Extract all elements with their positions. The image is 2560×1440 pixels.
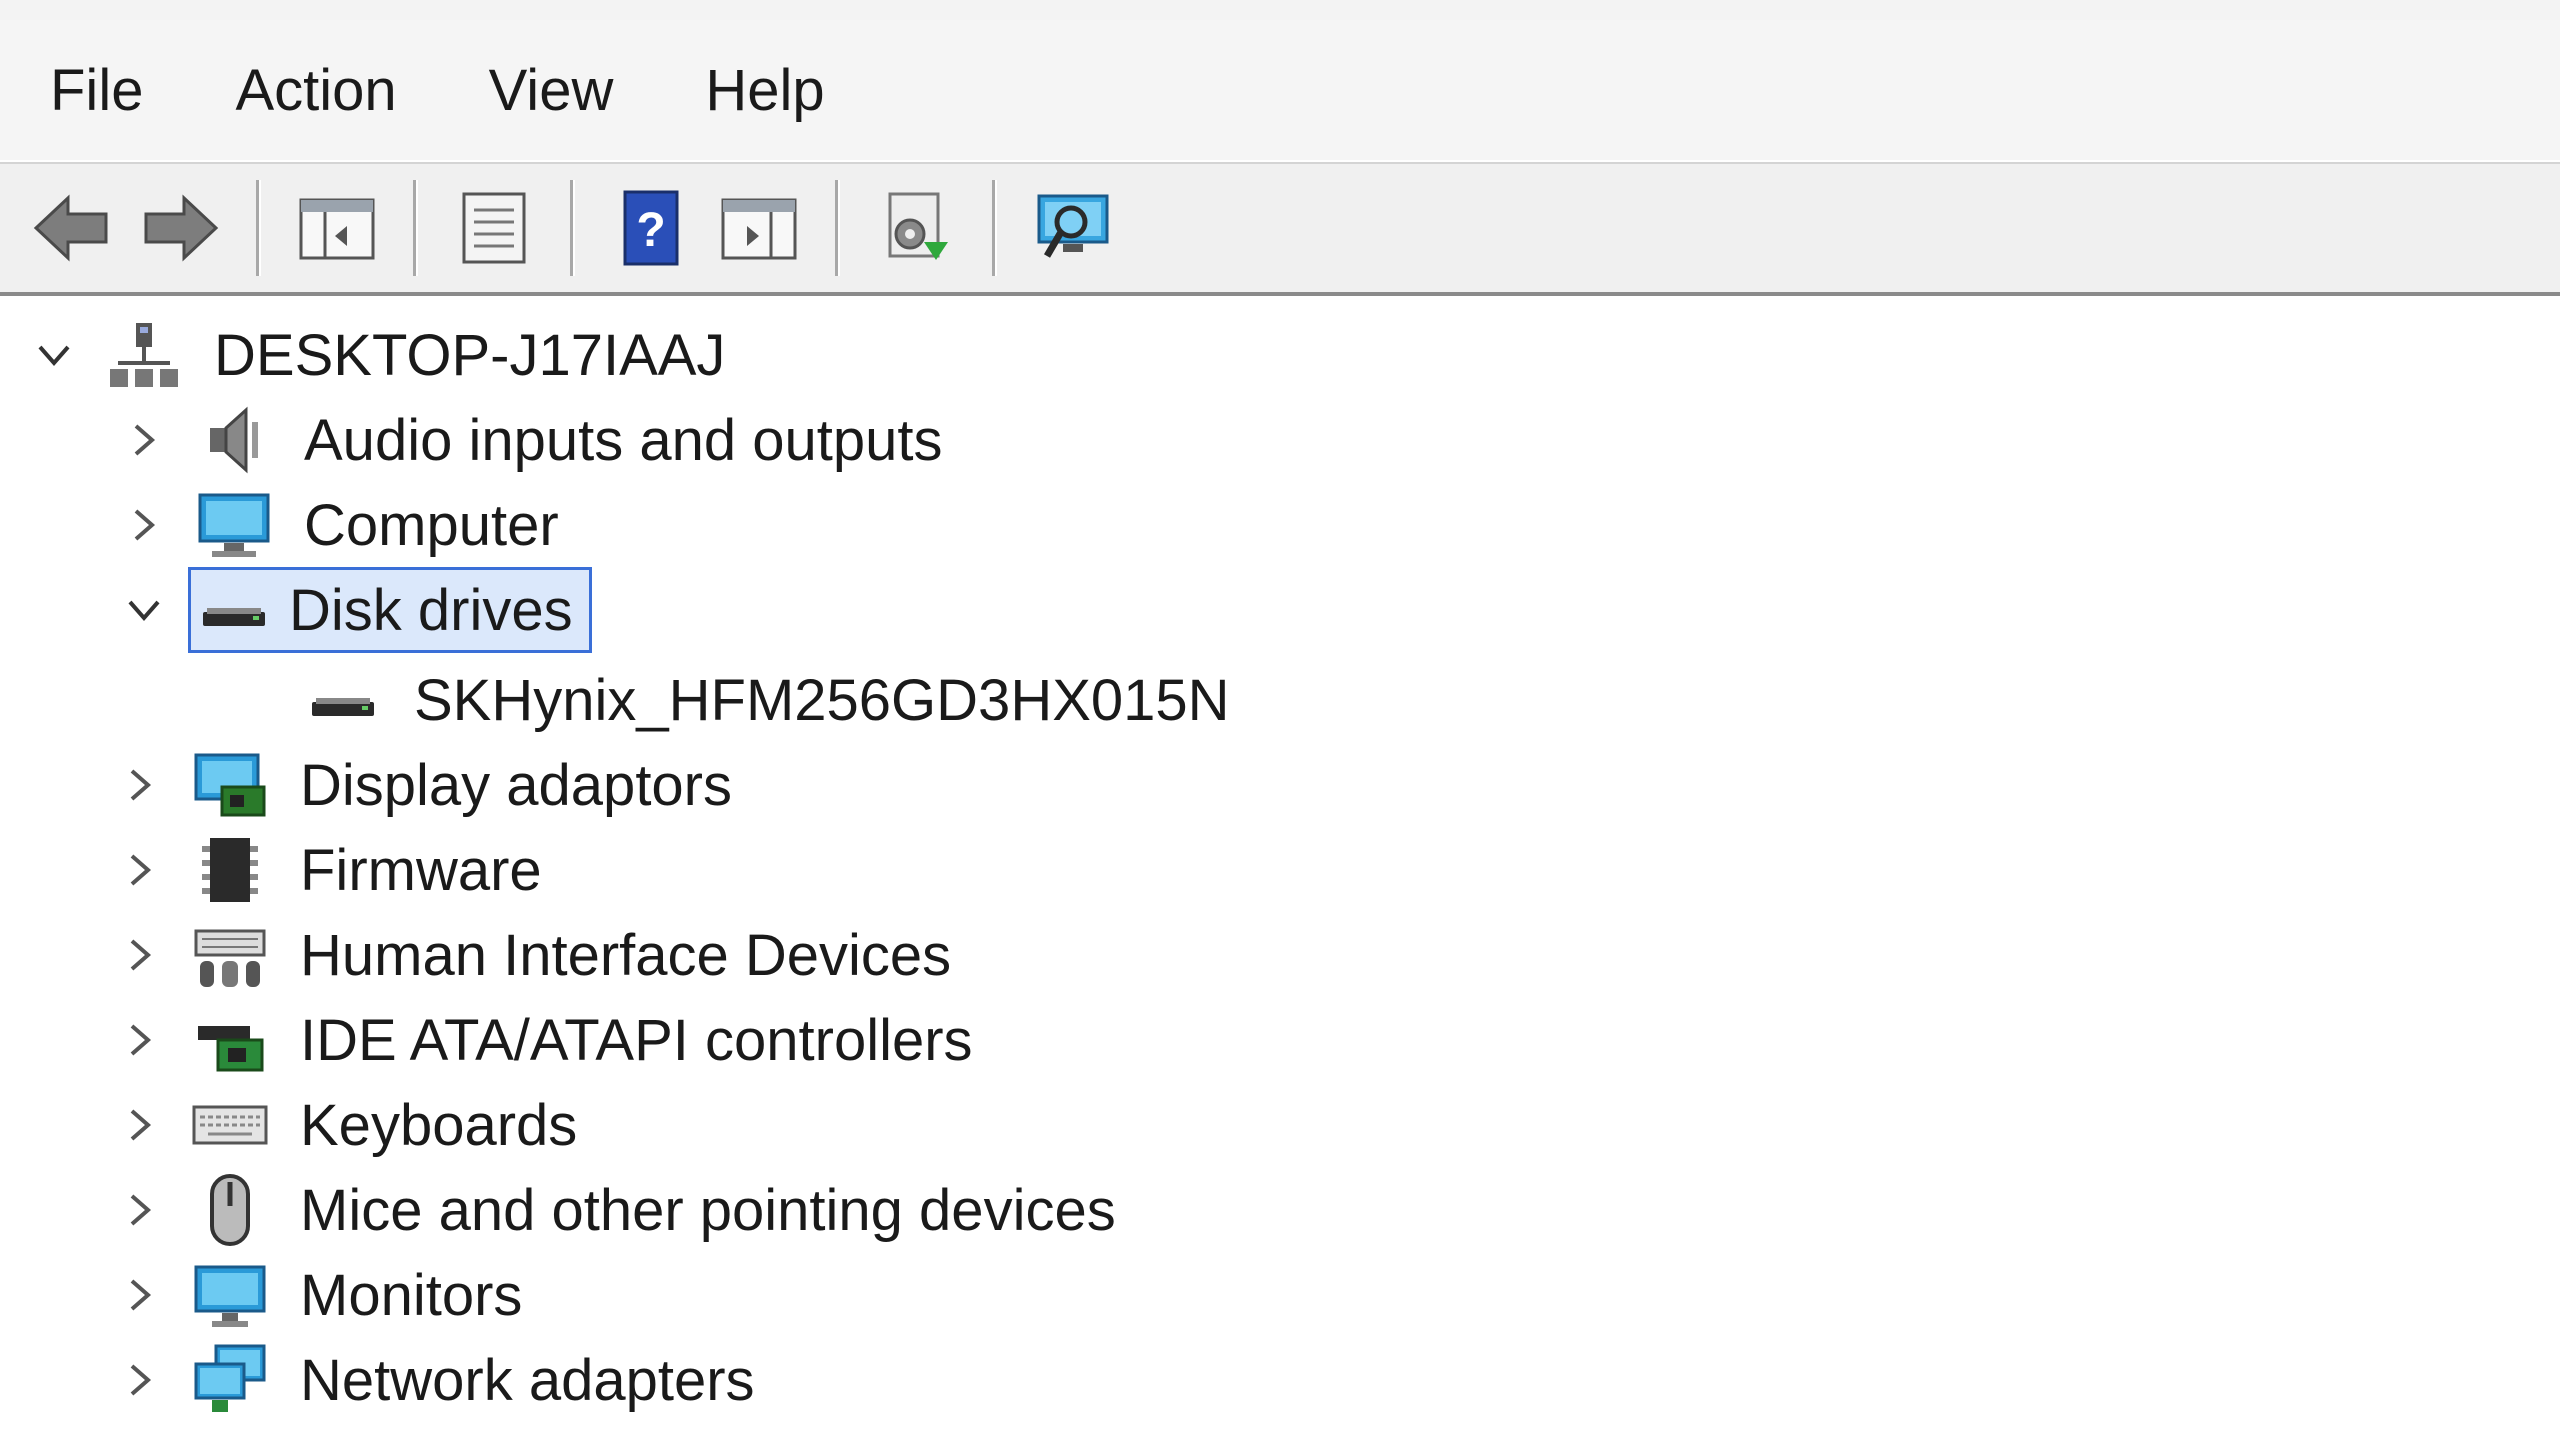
console-tree-button[interactable] xyxy=(289,180,385,276)
forward-icon xyxy=(144,194,219,262)
tree-item-audio[interactable]: Audio inputs and outputs xyxy=(114,400,952,480)
chevron-right-icon[interactable] xyxy=(110,755,170,815)
title-bar xyxy=(0,0,2560,20)
properties-icon xyxy=(462,192,526,264)
tree-item-hid[interactable]: Human Interface Devices xyxy=(110,915,961,995)
tree-item-display-adaptors[interactable]: Display adaptors xyxy=(110,745,742,825)
tree-item-label: Mice and other pointing devices xyxy=(300,1177,1116,1243)
tree-item-label: Firmware xyxy=(300,837,542,903)
display-adapter-icon xyxy=(190,745,270,825)
tree-item-disk-child[interactable]: SKHynix_HFM256GD3HX015N xyxy=(284,660,1240,740)
chevron-right-icon[interactable] xyxy=(110,1265,170,1325)
chevron-right-icon[interactable] xyxy=(110,1095,170,1155)
toolbar-separator xyxy=(835,180,840,276)
properties-button[interactable] xyxy=(446,180,542,276)
chevron-right-icon[interactable] xyxy=(110,840,170,900)
tree-item-label: Network adapters xyxy=(300,1347,755,1413)
chevron-right-icon[interactable] xyxy=(114,495,174,555)
chevron-right-icon[interactable] xyxy=(110,1010,170,1070)
chevron-right-icon[interactable] xyxy=(110,1350,170,1410)
mouse-icon xyxy=(190,1170,270,1250)
scan-hardware-button[interactable] xyxy=(1025,180,1121,276)
selection-highlight[interactable]: Disk drives xyxy=(188,567,592,653)
show-hide-action-pane-icon xyxy=(721,198,797,260)
tree-item-firmware[interactable]: Firmware xyxy=(110,830,552,910)
help-button[interactable]: ? xyxy=(603,180,699,276)
menu-bar: File Action View Help xyxy=(0,20,2560,160)
tree-item-network-adapters[interactable]: Network adapters xyxy=(110,1340,765,1420)
tree-item-disk-drives[interactable]: Disk drives xyxy=(114,567,592,653)
tree-item-label: Display adaptors xyxy=(300,752,732,818)
tree-item-monitors[interactable]: Monitors xyxy=(110,1255,532,1335)
menu-help[interactable]: Help xyxy=(699,47,830,134)
tree-item-label: Disk drives xyxy=(289,577,573,643)
menu-action[interactable]: Action xyxy=(229,47,402,134)
chevron-down-icon[interactable] xyxy=(24,325,84,385)
chevron-right-icon[interactable] xyxy=(114,410,174,470)
svg-text:?: ? xyxy=(636,204,665,257)
toolbar-separator xyxy=(256,180,261,276)
device-tree: DESKTOP-J17IAAJ Audio inputs and outputs xyxy=(0,300,2560,1440)
chevron-right-icon[interactable] xyxy=(110,1180,170,1240)
tree-root-label: DESKTOP-J17IAAJ xyxy=(214,322,726,388)
help-icon: ? xyxy=(623,190,679,266)
back-icon xyxy=(33,194,108,262)
action-pane-button[interactable] xyxy=(711,180,807,276)
tree-item-keyboards[interactable]: Keyboards xyxy=(110,1085,587,1165)
update-driver-button[interactable] xyxy=(868,180,964,276)
chevron-down-icon[interactable] xyxy=(114,580,174,640)
device-manager-window: File Action View Help ? DESKTOP-J17IAAJ … xyxy=(0,0,2560,1440)
back-button[interactable] xyxy=(24,180,120,276)
disk-drive-icon xyxy=(195,570,275,650)
chevron-right-icon[interactable] xyxy=(110,925,170,985)
toolbar-separator xyxy=(413,180,418,276)
disk-drive-icon xyxy=(304,660,384,740)
toolbar-separator xyxy=(570,180,575,276)
ide-controller-icon xyxy=(190,1000,270,1080)
toolbar-separator xyxy=(992,180,997,276)
tree-item-mice[interactable]: Mice and other pointing devices xyxy=(110,1170,1126,1250)
tree-item-label: Human Interface Devices xyxy=(300,922,952,988)
menu-file[interactable]: File xyxy=(44,47,149,134)
console-tree-icon xyxy=(299,198,375,260)
hid-icon xyxy=(190,915,270,995)
tree-item-label: Computer xyxy=(304,492,559,558)
toolbar: ? xyxy=(0,162,2560,296)
tree-item-ide[interactable]: IDE ATA/ATAPI controllers xyxy=(110,1000,983,1080)
tree-item-label: Audio inputs and outputs xyxy=(304,407,943,473)
tree-item-label: Monitors xyxy=(300,1262,523,1328)
tree-item-label: Keyboards xyxy=(300,1092,578,1158)
computer-network-icon xyxy=(104,315,184,395)
monitor-icon xyxy=(190,1255,270,1335)
speaker-icon xyxy=(194,400,274,480)
menu-view[interactable]: View xyxy=(483,47,620,134)
update-driver-icon xyxy=(888,192,948,260)
tree-item-computer[interactable]: Computer xyxy=(114,485,569,565)
tree-item-label: IDE ATA/ATAPI controllers xyxy=(300,1007,973,1073)
tree-root[interactable]: DESKTOP-J17IAAJ xyxy=(24,315,735,395)
firmware-icon xyxy=(190,830,270,910)
scan-hardware-icon xyxy=(1037,194,1109,258)
tree-item-label: SKHynix_HFM256GD3HX015N xyxy=(414,667,1230,733)
forward-button[interactable] xyxy=(132,180,228,276)
keyboard-icon xyxy=(190,1085,270,1165)
computer-icon xyxy=(194,485,274,565)
network-adapter-icon xyxy=(190,1340,270,1420)
